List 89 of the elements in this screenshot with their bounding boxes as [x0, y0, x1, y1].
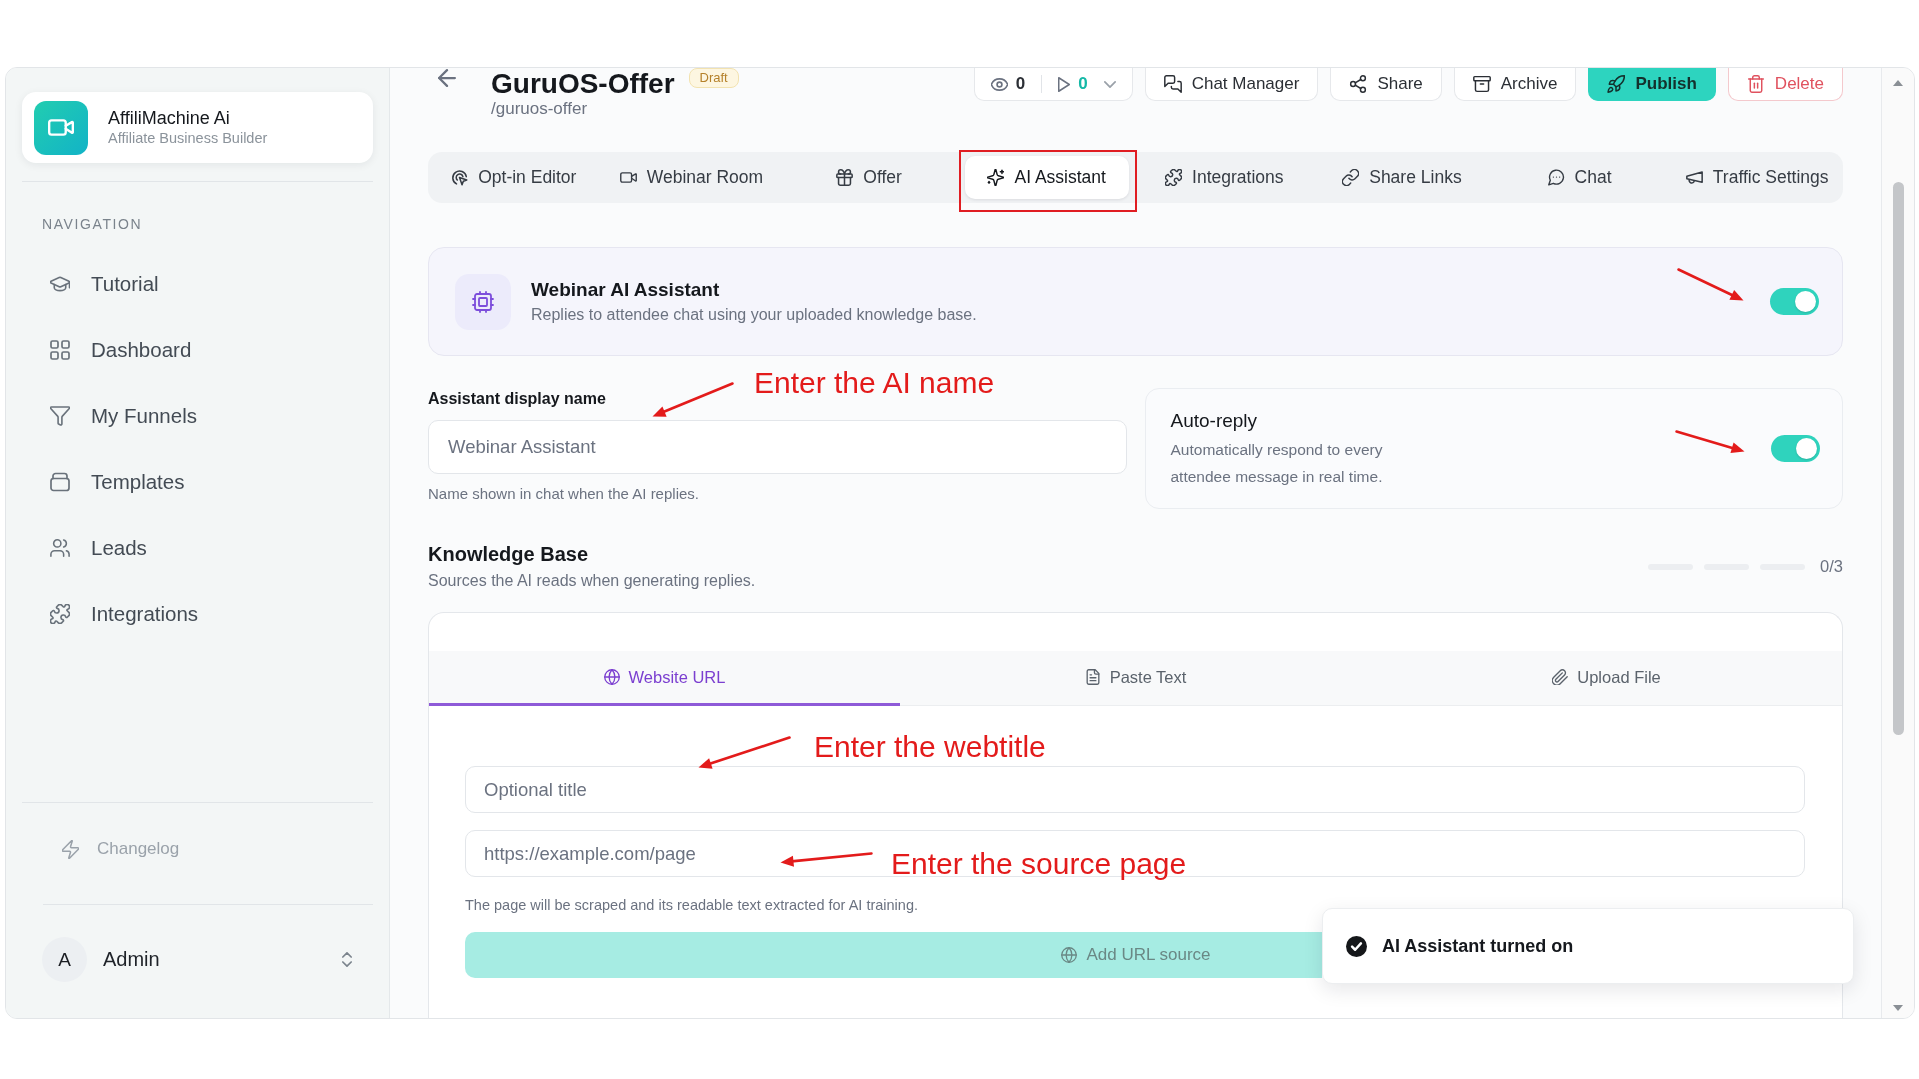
tab[interactable]: Offer — [787, 156, 951, 199]
brand-tagline: Affiliate Business Builder — [108, 129, 268, 148]
tab[interactable]: Share Links — [1320, 156, 1484, 199]
auto-reply-description: Automatically respond to every attendee message in real time. — [1170, 439, 1384, 487]
video-camera-icon — [619, 169, 637, 186]
input-hint: The page will be scraped and its readable text extracted for AI training. — [465, 896, 918, 914]
scroll-up-icon[interactable] — [1893, 80, 1903, 86]
auto-reply-title: Auto-reply — [1170, 408, 1258, 433]
globe-icon — [1061, 947, 1078, 963]
page-slug: /guruos-offer — [491, 100, 588, 118]
toggle-switch[interactable] — [1771, 435, 1820, 462]
arrow-icon — [778, 851, 873, 868]
paperclip-icon — [1552, 669, 1569, 685]
users-icon — [50, 538, 70, 558]
chevrons-up-down-icon[interactable] — [342, 952, 352, 967]
tab[interactable]: Opt-in Editor — [432, 156, 596, 199]
gift-icon — [836, 169, 854, 186]
graduation-cap-icon — [50, 274, 70, 294]
nav-item[interactable]: Integrations — [22, 588, 373, 640]
avatar: A — [42, 937, 87, 982]
sparkles-icon — [987, 169, 1005, 186]
name-input[interactable]: Webinar Assistant — [428, 420, 1127, 474]
lightning-icon — [62, 839, 79, 859]
source-tab[interactable]: Upload File — [1371, 651, 1842, 706]
arrow-icon — [1674, 429, 1746, 455]
chat-manager-button[interactable]: Chat Manager — [1144, 68, 1319, 101]
tab[interactable]: Webinar Room — [609, 156, 774, 199]
source-tab[interactable]: Paste Text — [900, 651, 1371, 706]
share-icon — [1349, 75, 1368, 93]
play-count: 0 — [1078, 74, 1088, 94]
arrow-icon — [1676, 267, 1745, 302]
nav-item[interactable]: Templates — [22, 456, 373, 508]
chevron-down-icon[interactable] — [1103, 80, 1116, 88]
document-icon — [1084, 669, 1101, 685]
puzzle-icon — [1165, 169, 1183, 186]
title-input[interactable]: Optional title — [465, 766, 1805, 813]
tab[interactable]: Traffic Settings — [1675, 156, 1839, 199]
funnel-icon — [50, 406, 70, 426]
tab[interactable]: AI Assistant — [964, 156, 1129, 199]
section-subtitle: Sources the AI reads when generating replies. — [428, 571, 756, 591]
toggle-switch[interactable] — [1770, 288, 1819, 315]
delete-button[interactable]: Delete — [1727, 68, 1843, 101]
publish-button[interactable]: Publish — [1588, 68, 1716, 101]
status-badge: Draft — [688, 68, 739, 88]
puzzle-icon — [50, 604, 70, 624]
globe-icon — [603, 669, 620, 685]
tab[interactable]: Chat — [1497, 156, 1662, 199]
section-heading: NAVIGATION — [42, 215, 143, 233]
cursor-click-icon — [451, 169, 469, 186]
page-title: GuruOS-Offer — [491, 68, 675, 100]
grid-icon — [50, 340, 70, 360]
annotation-text: Enter the AI name — [754, 365, 995, 401]
trash-icon — [1746, 75, 1765, 93]
annotation-text: Enter the webtitle — [814, 729, 1046, 765]
assistant-title: Webinar AI Assistant — [531, 278, 720, 302]
field-label: Assistant display name — [428, 389, 606, 409]
tab[interactable]: Integrations — [1142, 156, 1307, 199]
nav-item[interactable]: Leads — [22, 522, 373, 574]
eye-icon — [990, 77, 1008, 91]
share-button[interactable]: Share — [1330, 68, 1442, 101]
arrow-icon — [696, 735, 791, 770]
nav-item[interactable]: Dashboard — [22, 324, 373, 376]
source-count: 0/3 — [1820, 557, 1843, 576]
assistant-description: Replies to attendee chat using your uploaded knowledge base. — [531, 305, 977, 325]
check-circle-icon — [1346, 935, 1367, 957]
scroll-down-icon[interactable] — [1893, 1005, 1903, 1011]
megaphone-icon — [1685, 169, 1703, 186]
scrollbar-thumb[interactable] — [1892, 182, 1904, 735]
play-icon — [1058, 76, 1071, 92]
view-count: 0 — [1015, 74, 1026, 94]
nav-item[interactable]: Tutorial — [22, 258, 373, 310]
section-title: Knowledge Base — [428, 542, 589, 567]
archive-box-icon — [1472, 75, 1491, 93]
rocket-icon — [1607, 75, 1626, 93]
link-icon — [1342, 169, 1360, 186]
chat-bubble-icon — [1547, 169, 1565, 186]
nav-item[interactable]: My Funnels — [22, 390, 373, 442]
toast-message: AI Assistant turned on — [1382, 935, 1574, 957]
brand-card[interactable]: AffiliMachine Ai Affiliate Business Builder — [22, 92, 373, 163]
field-hint: Name shown in chat when the AI replies. — [428, 485, 699, 503]
arrow-icon — [650, 381, 734, 418]
video-camera-icon — [34, 100, 88, 155]
chip-icon — [455, 273, 511, 330]
archive-button[interactable]: Archive — [1453, 68, 1577, 101]
brand-name: AffiliMachine Ai — [108, 107, 231, 129]
source-tab[interactable]: Website URL — [429, 651, 900, 706]
user-name: Admin — [103, 948, 160, 971]
chat-bubbles-icon — [1163, 75, 1182, 93]
box-icon — [50, 472, 70, 492]
